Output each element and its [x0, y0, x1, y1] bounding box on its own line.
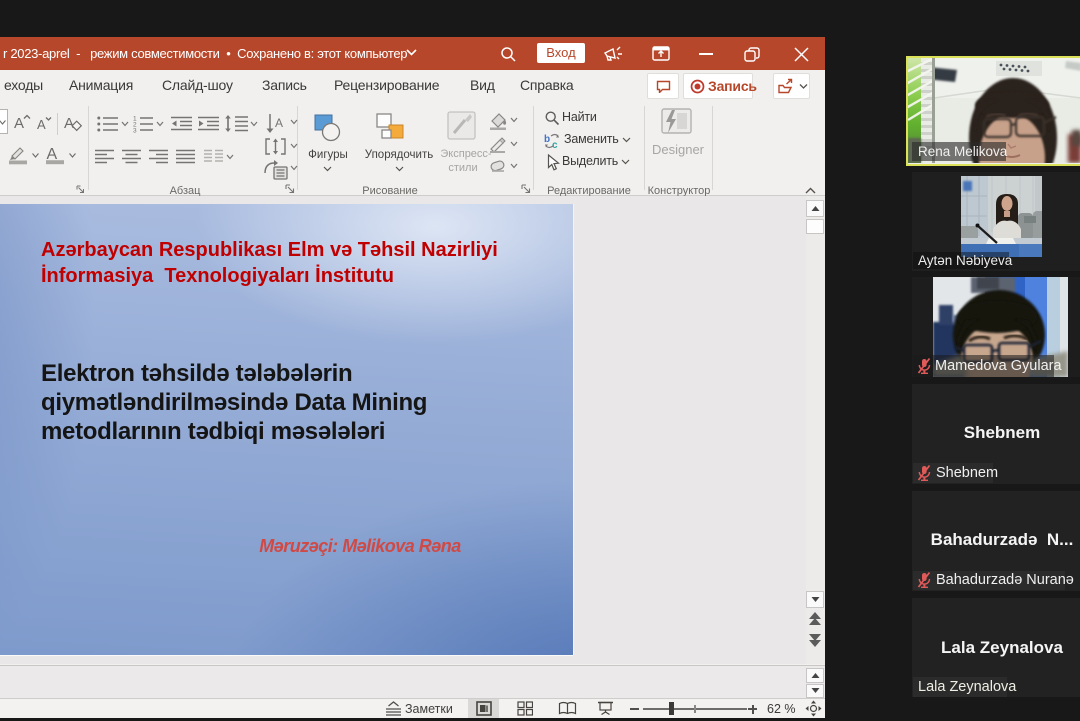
svg-text:c: c: [552, 140, 558, 149]
svg-text:A: A: [275, 116, 283, 130]
svg-text:A: A: [37, 117, 46, 130]
svg-text:b: b: [544, 134, 550, 145]
svg-text:A: A: [64, 115, 74, 132]
svg-text:A: A: [14, 115, 24, 130]
svg-text:3: 3: [133, 128, 137, 134]
